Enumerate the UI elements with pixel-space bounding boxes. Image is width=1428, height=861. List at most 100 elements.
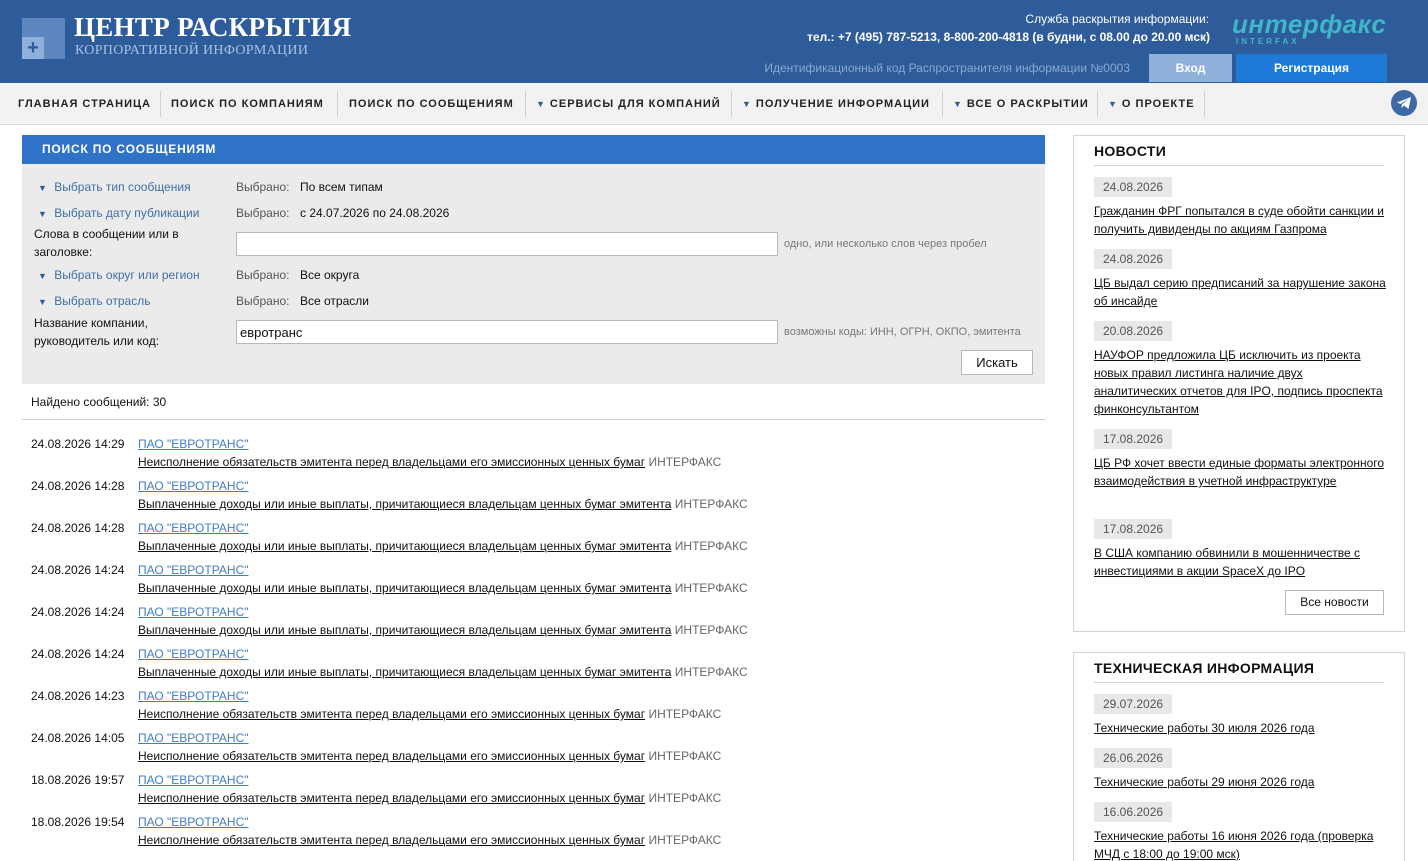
nav-item-about-disclosure[interactable]: ▼ ВСЕ О РАСКРЫТИИ bbox=[953, 83, 1089, 125]
result-company-link[interactable]: ПАО "ЕВРОТРАНС" bbox=[138, 731, 249, 745]
nav-divider bbox=[1204, 91, 1205, 117]
result-message-link[interactable]: Выплаченные доходы или иные выплаты, при… bbox=[138, 581, 671, 595]
result-message-line: Выплаченные доходы или иные выплаты, при… bbox=[138, 623, 748, 637]
result-source: ИНТЕРФАКС bbox=[648, 749, 722, 763]
tech-link[interactable]: Технические работы 29 июня 2026 года bbox=[1094, 773, 1386, 791]
result-message-link[interactable]: Неисполнение обязательств эмитента перед… bbox=[138, 707, 645, 721]
result-company-link[interactable]: ПАО "ЕВРОТРАНС" bbox=[138, 605, 249, 619]
news-link[interactable]: В США компанию обвинили в мошенничестве … bbox=[1094, 544, 1386, 580]
result-source: ИНТЕРФАКС bbox=[674, 581, 748, 595]
nav-item-label: ПОИСК ПО КОМПАНИЯМ bbox=[171, 98, 324, 110]
news-link[interactable]: ЦБ РФ хочет ввести единые форматы электр… bbox=[1094, 454, 1386, 490]
result-message-link[interactable]: Выплаченные доходы или иные выплаты, при… bbox=[138, 623, 671, 637]
result-company-link[interactable]: ПАО "ЕВРОТРАНС" bbox=[138, 689, 249, 703]
caret-down-icon: ▼ bbox=[38, 183, 47, 193]
result-company-link[interactable]: ПАО "ЕВРОТРАНС" bbox=[138, 773, 249, 787]
result-company-link[interactable]: ПАО "ЕВРОТРАНС" bbox=[138, 647, 249, 661]
result-message-line: Неисполнение обязательств эмитента перед… bbox=[138, 707, 721, 721]
result-message-link[interactable]: Выплаченные доходы или иные выплаты, при… bbox=[138, 665, 671, 679]
result-message-link[interactable]: Выплаченные доходы или иные выплаты, при… bbox=[138, 497, 671, 511]
result-message-link[interactable]: Неисполнение обязательств эмитента перед… bbox=[138, 791, 645, 805]
result-date: 24.08.2026 14:29 bbox=[31, 437, 125, 451]
nav-item-label: О ПРОЕКТЕ bbox=[1121, 98, 1195, 110]
nav-item-label: ВСЕ О РАСКРЫТИИ bbox=[966, 98, 1089, 110]
tech-link[interactable]: Технические работы 30 июля 2026 года bbox=[1094, 719, 1386, 737]
selected-label: Выбрано: bbox=[236, 294, 290, 308]
select-date-link[interactable]: ▼ Выбрать дату публикации bbox=[38, 206, 199, 220]
result-date: 24.08.2026 14:28 bbox=[31, 479, 125, 493]
result-company-link[interactable]: ПАО "ЕВРОТРАНС" bbox=[138, 563, 249, 577]
news-title: НОВОСТИ bbox=[1094, 143, 1167, 159]
result-message-link[interactable]: Неисполнение обязательств эмитента перед… bbox=[138, 833, 645, 847]
tech-date: 26.06.2026 bbox=[1094, 748, 1173, 768]
nav-item-message-search[interactable]: ПОИСК ПО СООБЩЕНИЯМ bbox=[349, 83, 514, 125]
result-company-link[interactable]: ПАО "ЕВРОТРАНС" bbox=[138, 521, 249, 535]
company-hint: возможны коды: ИНН, ОГРН, ОКПО, эмитента bbox=[784, 326, 1021, 338]
result-date: 18.08.2026 19:54 bbox=[31, 815, 125, 829]
nav-item-services[interactable]: ▼ СЕРВИСЫ ДЛЯ КОМПАНИЙ bbox=[536, 83, 721, 125]
words-input[interactable] bbox=[236, 232, 778, 256]
select-industry-link[interactable]: ▼ Выбрать отрасль bbox=[38, 294, 150, 308]
selected-label: Выбрано: bbox=[236, 268, 290, 282]
company-label: Название компании, руководитель или код: bbox=[34, 316, 160, 348]
nav-item-company-search[interactable]: ПОИСК ПО КОМПАНИЯМ bbox=[171, 83, 324, 125]
industry-value: Все отрасли bbox=[300, 294, 369, 308]
result-company-link[interactable]: ПАО "ЕВРОТРАНС" bbox=[138, 815, 249, 829]
nav-item-about-project[interactable]: ▼ О ПРОЕКТЕ bbox=[1108, 83, 1195, 125]
nav-divider bbox=[525, 91, 526, 117]
register-button[interactable]: Регистрация bbox=[1236, 54, 1387, 82]
result-message-link[interactable]: Неисполнение обязательств эмитента перед… bbox=[138, 749, 645, 763]
result-message-link[interactable]: Выплаченные доходы или иные выплаты, при… bbox=[138, 539, 671, 553]
result-message-line: Выплаченные доходы или иные выплаты, при… bbox=[138, 665, 748, 679]
tech-title-rule bbox=[1094, 682, 1384, 683]
nav-divider bbox=[942, 91, 943, 117]
result-message-line: Неисполнение обязательств эмитента перед… bbox=[138, 791, 721, 805]
news-link[interactable]: НАУФОР предложила ЦБ исключить из проект… bbox=[1094, 346, 1386, 418]
main-nav: ГЛАВНАЯ СТРАНИЦА ПОИСК ПО КОМПАНИЯМ ПОИС… bbox=[0, 83, 1428, 125]
news-date: 17.08.2026 bbox=[1094, 519, 1173, 539]
result-message-line: Выплаченные доходы или иные выплаты, при… bbox=[138, 581, 748, 595]
nav-item-home[interactable]: ГЛАВНАЯ СТРАНИЦА bbox=[18, 83, 151, 125]
caret-down-icon: ▼ bbox=[38, 209, 47, 219]
caret-down-icon: ▼ bbox=[742, 99, 752, 109]
result-date: 24.08.2026 14:24 bbox=[31, 605, 125, 619]
link-label: Выбрать округ или регион bbox=[54, 268, 200, 282]
login-button[interactable]: Вход bbox=[1149, 54, 1232, 82]
interfax-logo[interactable]: интерфакс bbox=[1232, 9, 1386, 40]
result-company-link[interactable]: ПАО "ЕВРОТРАНС" bbox=[138, 437, 249, 451]
news-link[interactable]: Гражданин ФРГ попытался в суде обойти са… bbox=[1094, 202, 1386, 238]
select-region-link[interactable]: ▼ Выбрать округ или регион bbox=[38, 268, 200, 282]
service-phones: тел.: +7 (495) 787-5213, 8-800-200-4818 … bbox=[807, 30, 1210, 44]
region-value: Все округа bbox=[300, 268, 360, 282]
nav-item-label: ГЛАВНАЯ СТРАНИЦА bbox=[18, 98, 151, 110]
logo-icon[interactable]: + bbox=[22, 18, 65, 59]
tech-link[interactable]: Технические работы 16 июня 2026 года (пр… bbox=[1094, 827, 1386, 861]
result-source: ИНТЕРФАКС bbox=[648, 791, 722, 805]
site-title[interactable]: ЦЕНТР РАСКРЫТИЯ bbox=[74, 12, 352, 43]
link-label: Выбрать отрасль bbox=[54, 294, 151, 308]
telegram-icon[interactable] bbox=[1391, 90, 1417, 116]
company-input[interactable] bbox=[236, 320, 778, 344]
message-type-value: По всем типам bbox=[300, 180, 383, 194]
results-count: Найдено сообщений: 30 bbox=[31, 395, 167, 409]
nav-divider bbox=[160, 91, 161, 117]
caret-down-icon: ▼ bbox=[536, 99, 546, 109]
result-message-link[interactable]: Неисполнение обязательств эмитента перед… bbox=[138, 455, 645, 469]
result-message-line: Выплаченные доходы или иные выплаты, при… bbox=[138, 539, 748, 553]
result-message-line: Неисполнение обязательств эмитента перед… bbox=[138, 455, 721, 469]
news-date: 20.08.2026 bbox=[1094, 321, 1173, 341]
result-source: ИНТЕРФАКС bbox=[674, 539, 748, 553]
nav-item-label: СЕРВИСЫ ДЛЯ КОМПАНИЙ bbox=[549, 98, 721, 110]
result-company-link[interactable]: ПАО "ЕВРОТРАНС" bbox=[138, 479, 249, 493]
select-message-type-link[interactable]: ▼ Выбрать тип сообщения bbox=[38, 180, 191, 194]
result-date: 24.08.2026 14:05 bbox=[31, 731, 125, 745]
caret-down-icon: ▼ bbox=[953, 99, 963, 109]
tech-info-box: ТЕХНИЧЕСКАЯ ИНФОРМАЦИЯ 29.07.2026 Технич… bbox=[1073, 652, 1405, 861]
news-link[interactable]: ЦБ выдал серию предписаний за нарушение … bbox=[1094, 274, 1386, 310]
distributor-ident: Идентификационный код Распространителя и… bbox=[764, 61, 1130, 75]
all-news-button[interactable]: Все новости bbox=[1285, 590, 1384, 615]
result-date: 24.08.2026 14:28 bbox=[31, 521, 125, 535]
search-button[interactable]: Искать bbox=[961, 350, 1033, 375]
nav-item-info-receive[interactable]: ▼ ПОЛУЧЕНИЕ ИНФОРМАЦИИ bbox=[742, 83, 930, 125]
news-date: 17.08.2026 bbox=[1094, 429, 1173, 449]
